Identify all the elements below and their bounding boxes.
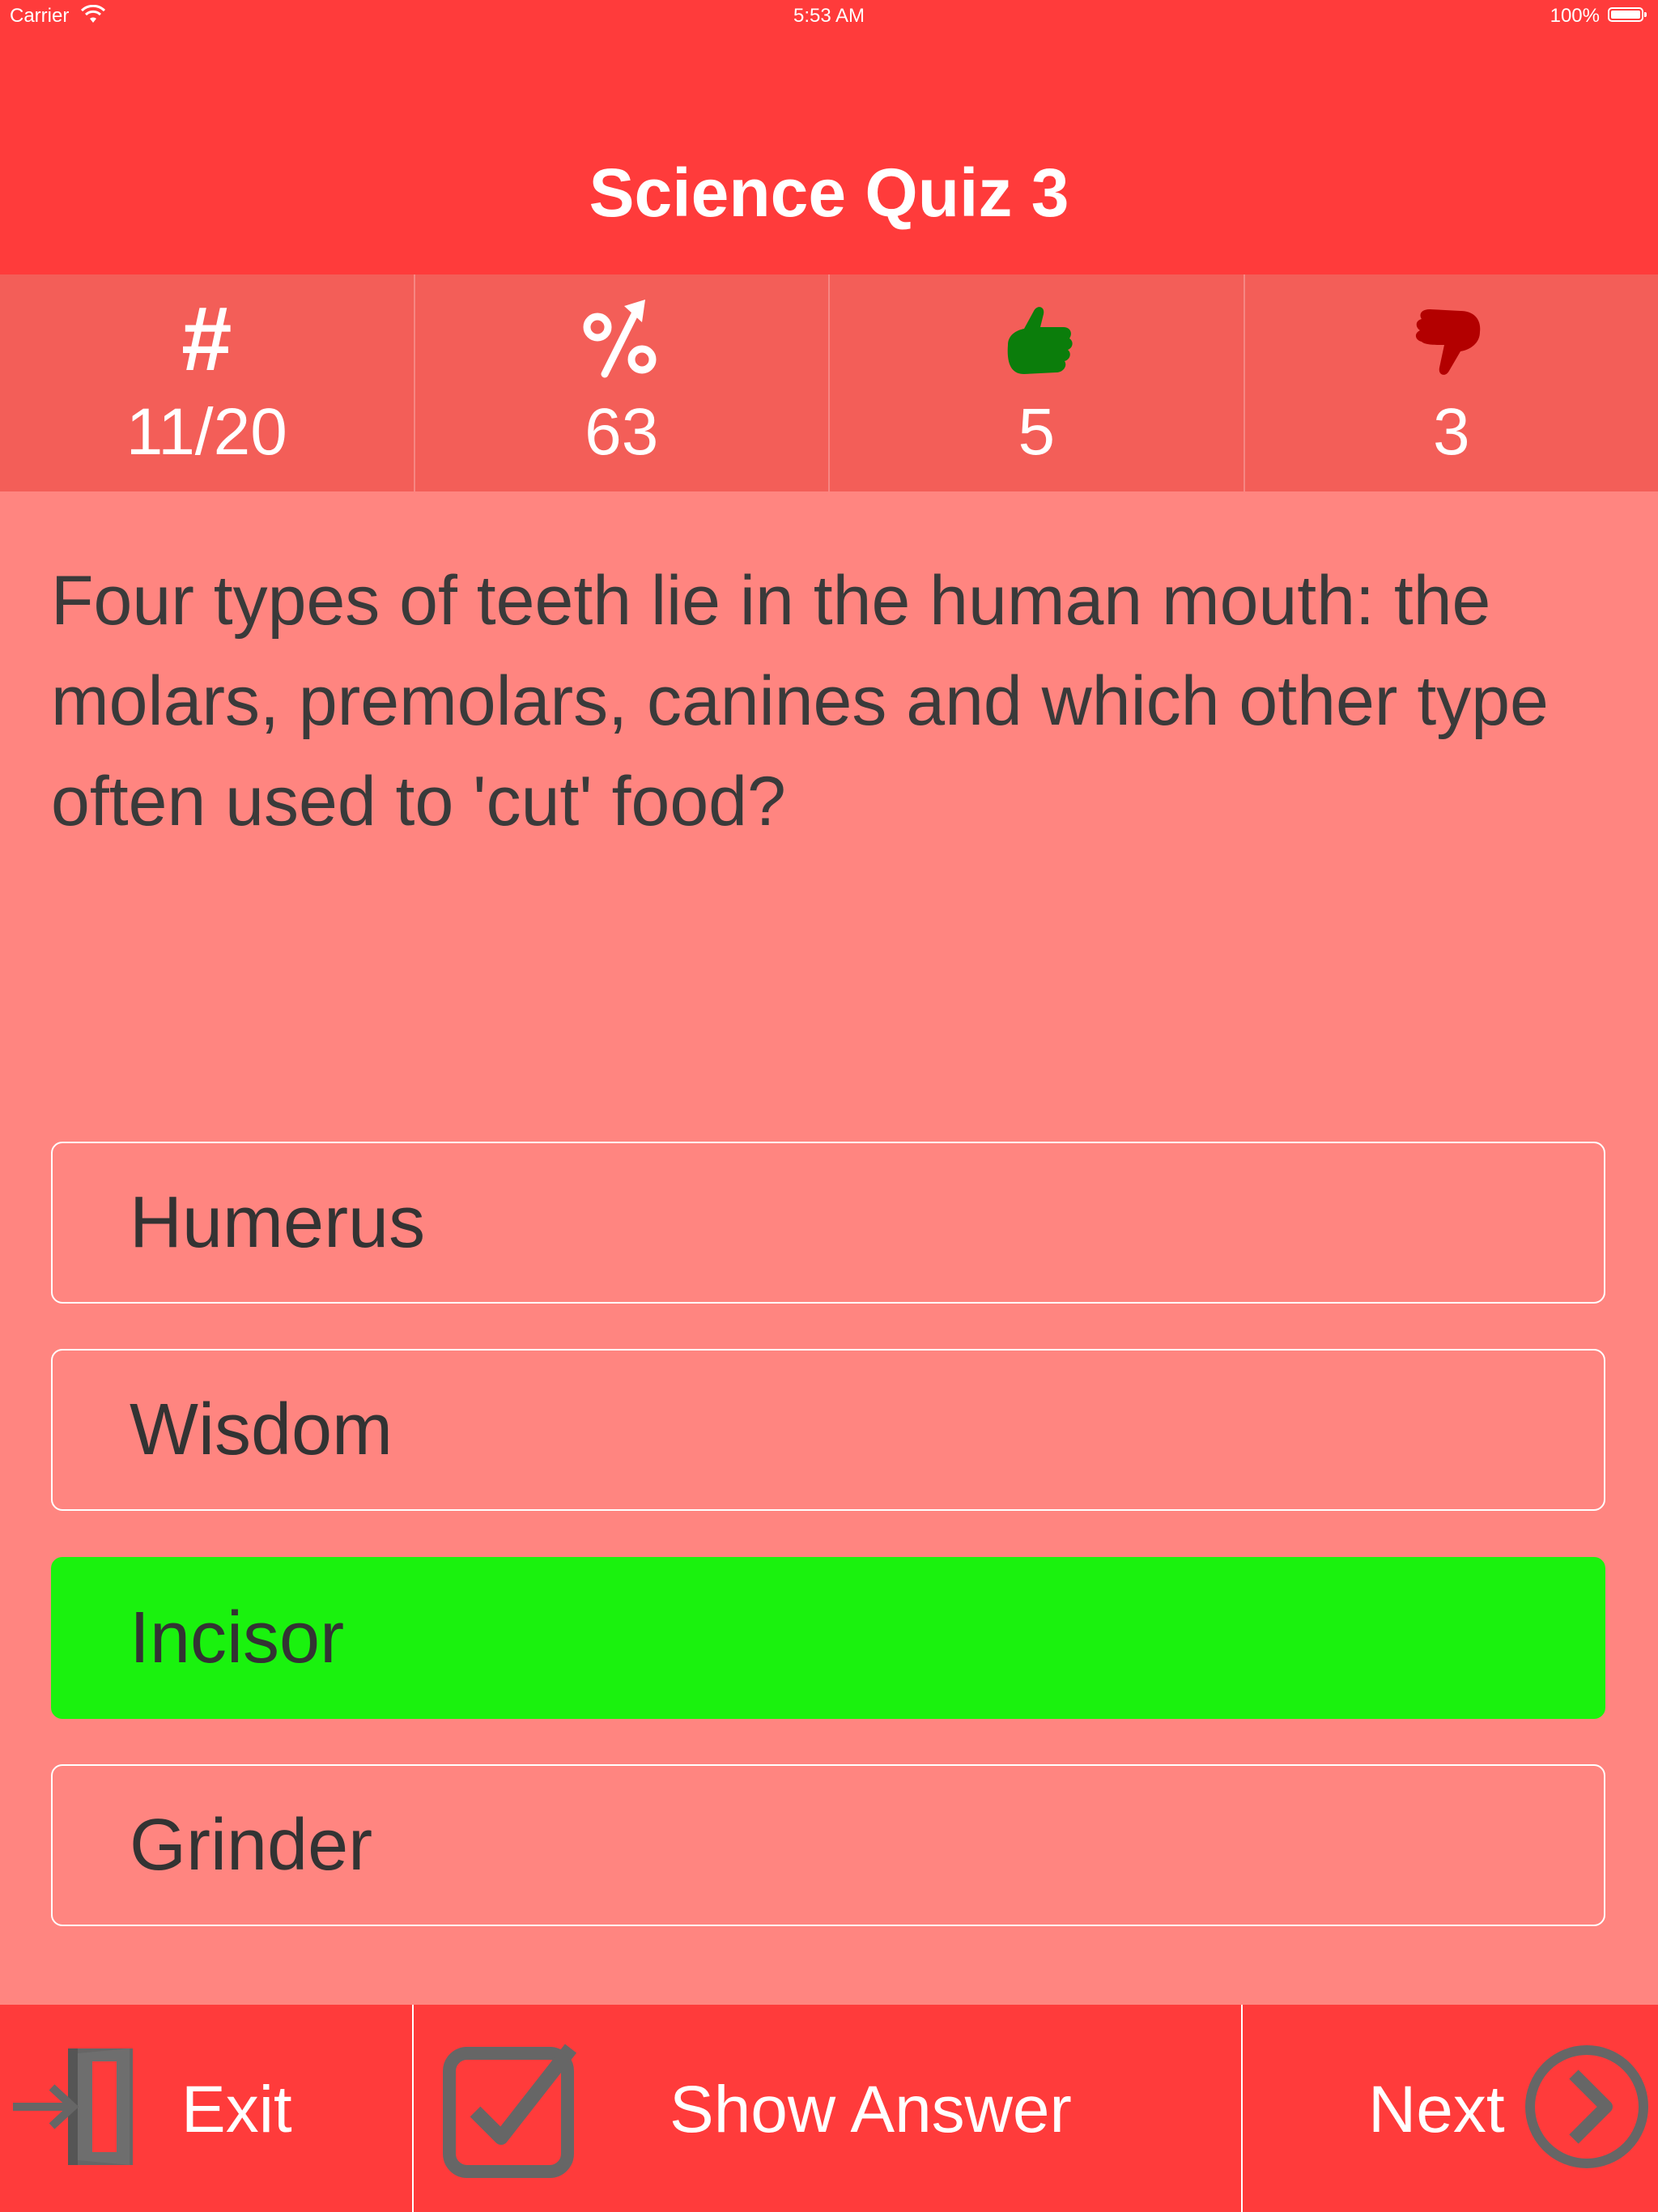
next-label: Next bbox=[1368, 2073, 1505, 2146]
bottom-toolbar: Exit Show Answer Next bbox=[0, 2005, 1658, 2212]
stat-question-number: # 11/20 bbox=[0, 274, 415, 491]
answer-option-2[interactable]: Wisdom bbox=[51, 1349, 1605, 1511]
next-button[interactable]: Next bbox=[1243, 2005, 1658, 2212]
stat-correct: 5 bbox=[830, 274, 1245, 491]
answer-option-1[interactable]: Humerus bbox=[51, 1142, 1605, 1304]
header: Carrier 5:53 AM 100% Science Quiz 3 bbox=[0, 0, 1658, 274]
stat-question-number-value: 11/20 bbox=[125, 395, 287, 469]
answer-option-4[interactable]: Grinder bbox=[51, 1764, 1605, 1926]
thumbs-down-icon bbox=[1403, 291, 1500, 388]
exit-door-icon bbox=[13, 2048, 133, 2165]
stat-incorrect: 3 bbox=[1245, 274, 1658, 491]
stat-incorrect-value: 3 bbox=[1432, 395, 1470, 469]
page-title: Science Quiz 3 bbox=[589, 155, 1069, 231]
hash-icon: # bbox=[181, 288, 232, 389]
answer-option-3[interactable]: Incisor bbox=[51, 1557, 1605, 1719]
show-answer-button[interactable]: Show Answer bbox=[414, 2005, 1243, 2212]
chevron-right-circle-icon bbox=[1525, 2045, 1648, 2168]
clock: 5:53 AM bbox=[793, 5, 865, 27]
question-text: Four types of teeth lie in the human mou… bbox=[51, 562, 1549, 840]
checkbox-checked-icon bbox=[443, 2044, 577, 2178]
percent-up-icon bbox=[573, 291, 670, 388]
thumbs-up-icon bbox=[988, 291, 1085, 388]
stats-bar: # 11/20 63 5 3 bbox=[0, 274, 1658, 491]
status-bar: Carrier 5:53 AM 100% bbox=[0, 0, 1658, 32]
stat-correct-value: 5 bbox=[1018, 395, 1056, 469]
stat-percentage-value: 63 bbox=[585, 395, 659, 469]
exit-button[interactable]: Exit bbox=[0, 2005, 414, 2212]
exit-label: Exit bbox=[181, 2073, 292, 2146]
battery-percent: 100% bbox=[1550, 5, 1600, 27]
stat-percentage: 63 bbox=[415, 274, 830, 491]
battery-icon bbox=[1608, 7, 1647, 22]
show-answer-label: Show Answer bbox=[670, 2073, 1072, 2146]
